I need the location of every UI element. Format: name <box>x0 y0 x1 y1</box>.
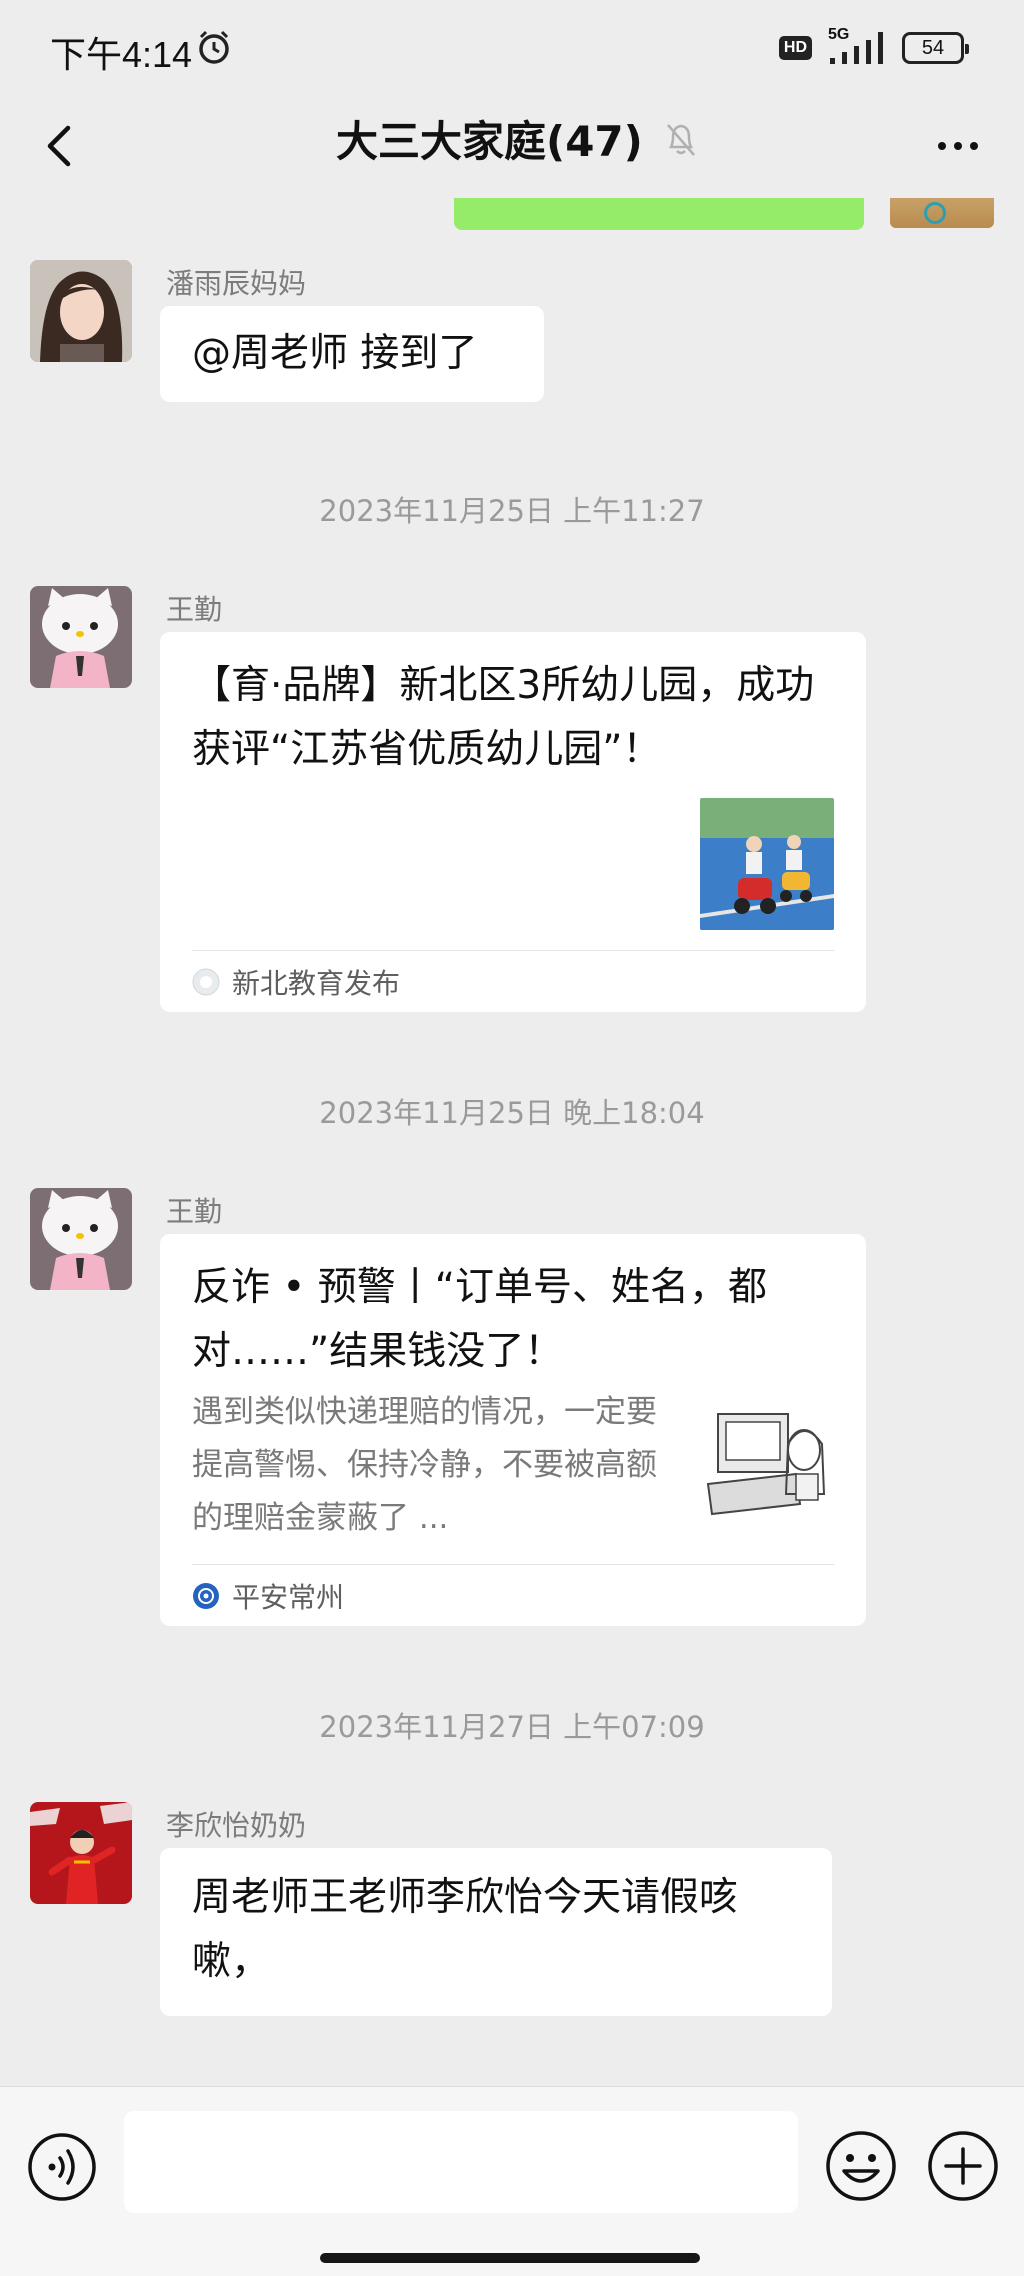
emoji-button[interactable] <box>824 2129 898 2203</box>
bell-off-icon <box>666 123 695 156</box>
input-bar <box>0 2086 1024 2276</box>
home-indicator[interactable] <box>320 2253 700 2263</box>
sender-name: 王勤 <box>166 593 223 626</box>
source-logo-icon <box>192 968 220 996</box>
message-input[interactable] <box>124 2111 798 2213</box>
card-divider <box>192 1564 834 1565</box>
avatar[interactable] <box>30 1802 132 1904</box>
status-bar: 下午4:14 HD 5G 54 <box>0 0 1024 96</box>
timestamp: 2023年11月25日 上午11:27 <box>319 494 705 528</box>
chat-header: 大三大家庭(47) <box>0 96 1024 198</box>
timestamp: 2023年11月27日 上午07:09 <box>319 1710 705 1744</box>
signal-icon: 5G <box>826 26 888 68</box>
plus-button[interactable] <box>926 2129 1000 2203</box>
article-thumbnail <box>700 798 834 930</box>
card-divider <box>192 950 834 951</box>
self-message-bubble-partial[interactable] <box>454 198 864 230</box>
article-card[interactable]: 【育·品牌】新北区3所幼儿园，成功获评“江苏省优质幼儿园”！ 新北教育发布 <box>160 632 866 1012</box>
article-description: 遇到类似快递理赔的情况，一定要提高警惕、保持冷静，不要被高额的理赔金蒙蔽了 ..… <box>192 1394 657 1536</box>
more-button[interactable] <box>928 118 988 174</box>
message-bubble[interactable]: 周老师王老师李欣怡今天请假咳嗽， <box>160 1848 832 2016</box>
chat-title-group: 大三大家庭(47) <box>336 108 699 169</box>
message-text: 周老师王老师李欣怡今天请假咳嗽， <box>192 1875 739 1984</box>
avatar[interactable] <box>30 586 132 688</box>
self-avatar-partial[interactable] <box>890 198 994 228</box>
battery-level: 54 <box>921 36 945 59</box>
message-text: @周老师 接到了 <box>192 331 478 376</box>
sender-name: 王勤 <box>166 1195 223 1228</box>
article-source-name: 平安常州 <box>232 1581 345 1614</box>
police-badge-icon <box>193 1583 219 1609</box>
voice-button[interactable] <box>26 2131 98 2203</box>
article-source: 新北教育发布 <box>192 962 400 1002</box>
hd-badge: HD <box>778 36 812 60</box>
article-thumbnail <box>700 1404 834 1524</box>
chat-area[interactable]: 潘雨辰妈妈 @周老师 接到了 2023年11月25日 上午11:27 王勤 【育… <box>0 198 1024 2086</box>
article-title: 【育·品牌】新北区3所幼儿园，成功获评“江苏省优质幼儿园”！ <box>192 663 815 772</box>
status-time: 下午4:14 <box>50 34 193 75</box>
battery-icon: 54 <box>902 32 969 64</box>
avatar[interactable] <box>30 260 132 362</box>
timestamp: 2023年11月25日 晚上18:04 <box>319 1096 705 1130</box>
chat-title: 大三大家庭(47) <box>336 117 643 166</box>
article-source: 平安常州 <box>192 1576 344 1616</box>
back-button[interactable] <box>30 114 90 178</box>
avatar[interactable] <box>30 1188 132 1290</box>
article-source-name: 新北教育发布 <box>232 967 401 1000</box>
sender-name: 李欣怡奶奶 <box>166 1809 307 1842</box>
article-card[interactable]: 反诈 • 预警丨“订单号、姓名，都对……”结果钱没了！ 遇到类似快递理赔的情况，… <box>160 1234 866 1626</box>
article-title: 反诈 • 预警丨“订单号、姓名，都对……”结果钱没了！ <box>192 1265 768 1374</box>
alarm-icon <box>199 30 229 64</box>
network-type: 5G <box>828 26 850 43</box>
sender-name: 潘雨辰妈妈 <box>166 267 307 300</box>
message-bubble[interactable]: @周老师 接到了 <box>160 306 544 402</box>
